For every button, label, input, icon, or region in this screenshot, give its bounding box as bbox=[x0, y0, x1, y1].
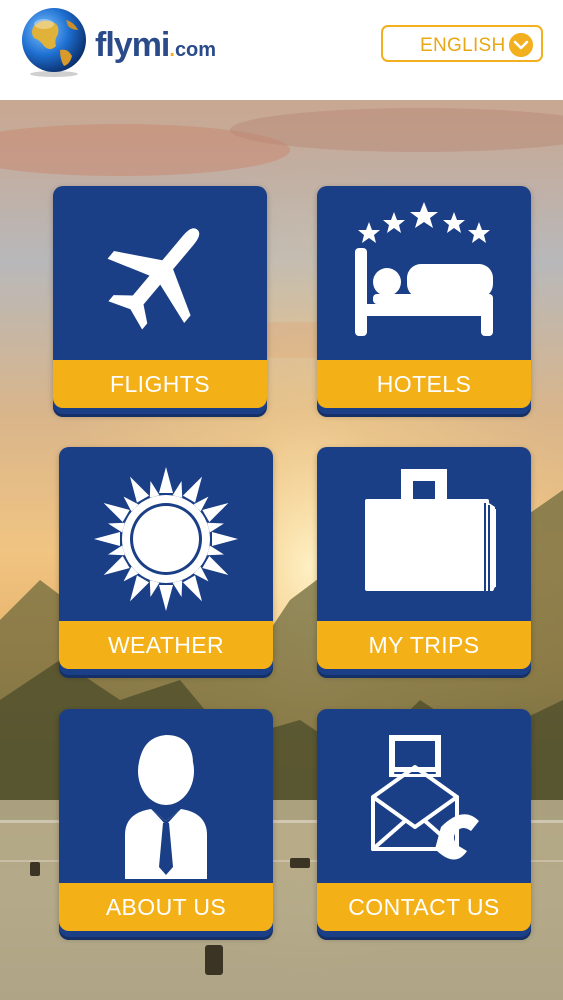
weather-label: WEATHER bbox=[107, 632, 225, 658]
airplane-icon bbox=[107, 228, 200, 330]
contact-tile[interactable]: CONTACT US bbox=[317, 709, 531, 937]
language-label: ENGLISH bbox=[420, 35, 506, 56]
contact-label: CONTACT US bbox=[348, 894, 500, 920]
globe-logo-icon bbox=[22, 8, 86, 77]
contact-mail-phone-icon bbox=[371, 735, 479, 860]
businessman-icon bbox=[125, 735, 207, 879]
brand-tld: com bbox=[174, 39, 217, 61]
hotels-label: HOTELS bbox=[376, 371, 472, 397]
mytrips-tile[interactable]: MY TRIPS bbox=[317, 447, 531, 675]
app-header: flymi.com ENGLISH bbox=[0, 0, 563, 100]
sun-icon bbox=[94, 467, 238, 611]
brand-fly: fly bbox=[95, 26, 133, 64]
weather-tile[interactable]: WEATHER bbox=[59, 447, 273, 675]
about-label: ABOUT US bbox=[105, 894, 227, 920]
hotel-bed-icon bbox=[355, 202, 493, 336]
hotels-tile[interactable]: HOTELS bbox=[317, 186, 531, 414]
briefcase-icon bbox=[365, 469, 496, 591]
flights-tile[interactable]: FLIGHTS bbox=[53, 186, 267, 414]
brand-logo-text: flymi.com bbox=[95, 26, 216, 65]
about-tile[interactable]: ABOUT US bbox=[59, 709, 273, 937]
brand-mi: mi bbox=[131, 26, 171, 64]
language-selector[interactable]: ENGLISH bbox=[381, 25, 543, 62]
flights-label: FLIGHTS bbox=[110, 371, 210, 397]
chevron-down-icon bbox=[509, 33, 533, 57]
mytrips-label: MY TRIPS bbox=[368, 632, 480, 658]
